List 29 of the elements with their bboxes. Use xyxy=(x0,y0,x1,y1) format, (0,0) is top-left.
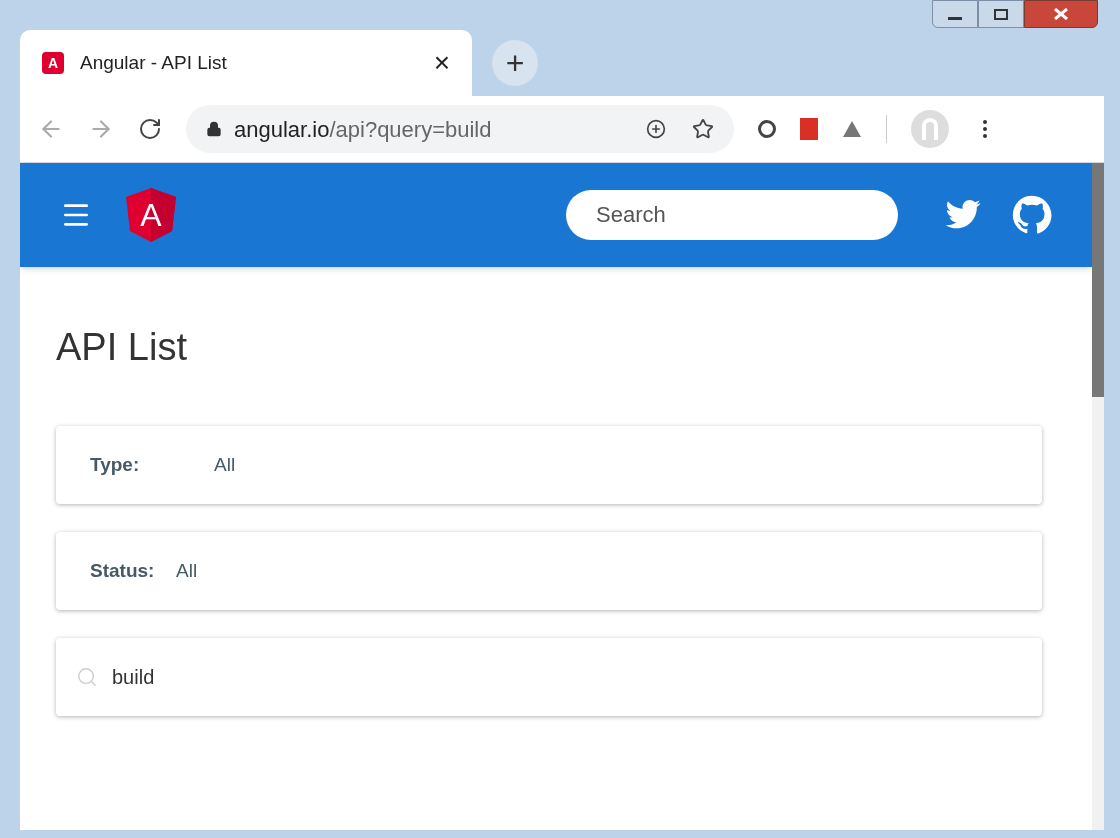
filter-card[interactable]: Type: All xyxy=(56,426,1042,504)
search-filter-field[interactable]: build xyxy=(56,638,1042,716)
url-text: angular.io/api?query=build xyxy=(234,115,493,144)
page-title: API List xyxy=(56,325,188,370)
reload-icon[interactable] xyxy=(138,117,162,141)
lock-icon xyxy=(206,121,222,137)
tab-close-button[interactable]: × xyxy=(433,49,450,77)
tab-favicon: A xyxy=(42,52,64,74)
search-icon xyxy=(76,666,98,688)
scrollbar[interactable] xyxy=(1092,163,1104,830)
filter-card[interactable]: Status: All xyxy=(56,532,1042,610)
triangle-extension-icon[interactable] xyxy=(842,120,862,138)
circle-extension-icon[interactable] xyxy=(758,120,776,138)
bookmark-star-icon[interactable] xyxy=(692,118,714,140)
close-icon xyxy=(1054,8,1068,20)
browser-tab[interactable]: A Angular - API List × xyxy=(20,30,472,96)
new-tab-button[interactable]: + xyxy=(492,40,538,86)
tab-title: Angular - API List xyxy=(80,50,228,75)
cat-icon[interactable] xyxy=(1012,195,1052,235)
close-window-button[interactable] xyxy=(1024,0,1098,28)
filter-label: Type: xyxy=(90,452,141,477)
search-field[interactable]: Search xyxy=(566,190,898,240)
filter-value: All xyxy=(214,452,236,477)
filter-label: Status: xyxy=(90,558,156,583)
add-icon[interactable] xyxy=(646,119,666,139)
minimize-button[interactable] xyxy=(932,0,978,28)
maximize-button[interactable] xyxy=(978,0,1024,28)
filter-value: All xyxy=(176,558,198,583)
address-bar[interactable]: angular.io/api?query=build xyxy=(186,105,734,153)
